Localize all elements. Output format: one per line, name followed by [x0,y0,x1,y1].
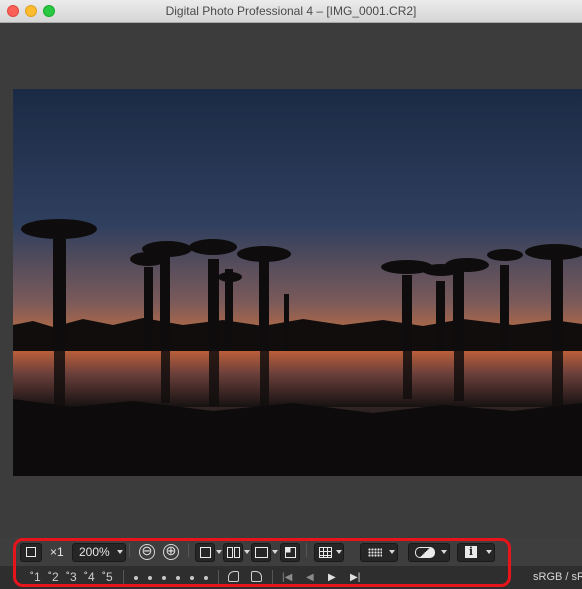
rating-2-button[interactable]: ˚2 [48,569,59,586]
compare-right-icon [234,547,240,558]
rating-5-button[interactable]: ˚5 [102,569,113,586]
next-image-button[interactable]: ▶ [328,569,336,586]
chevron-down-icon[interactable] [216,550,222,554]
info-button[interactable]: i [457,543,495,562]
rating-3-button[interactable]: ˚3 [66,569,77,586]
previous-image-button[interactable]: ◀ [306,569,314,586]
rating-1-button[interactable]: ˚1 [30,569,41,586]
highlight-warning-icon [415,547,435,558]
zoom-level-select[interactable]: 200% [72,543,126,562]
check-mark-1-button[interactable] [134,576,138,580]
compare-view-button[interactable] [223,543,243,562]
chevron-down-icon [486,550,492,554]
separator [218,570,219,584]
viewer-toolbar: ×1 200% ⊖ ⊕ i [0,538,582,566]
title-bar: Digital Photo Professional 4 – [IMG_0001… [0,0,582,23]
grid-overlay-button[interactable] [314,543,344,562]
info-icon: i [465,546,477,558]
separator [188,543,189,557]
check-mark-6-button[interactable] [204,576,208,580]
first-image-button[interactable]: |◀ [282,569,292,586]
af-points-button[interactable] [360,543,398,562]
chevron-down-icon [336,550,342,554]
separator [129,543,130,557]
rotate-left-icon[interactable] [228,571,239,582]
check-mark-3-button[interactable] [162,576,166,580]
compare-left-icon [227,547,233,558]
before-after-button[interactable] [280,543,300,562]
separator [306,543,307,557]
split-view-button[interactable] [251,543,271,562]
chevron-down-icon[interactable] [244,550,250,554]
chevron-down-icon[interactable] [272,550,278,554]
separator [272,570,273,584]
actual-size-button[interactable]: ×1 [50,543,64,562]
single-view-button[interactable] [195,543,215,562]
window-title: Digital Photo Professional 4 – [IMG_0001… [165,4,417,18]
zoom-level-value: 200% [79,545,110,559]
single-view-icon [200,547,211,558]
zoom-in-button[interactable]: ⊕ [163,544,179,560]
check-mark-2-button[interactable] [148,576,152,580]
fit-window-icon [26,547,36,557]
check-mark-5-button[interactable] [190,576,194,580]
last-image-button[interactable]: ▶| [350,569,360,586]
rating-toolbar: ˚1 ˚2 ˚3 ˚4 ˚5 |◀ ◀ ▶ ▶| sRGB / sRGB [0,566,582,589]
photo-preview[interactable] [13,89,582,476]
split-view-icon [255,547,268,558]
grid-icon [319,547,332,558]
highlight-warning-button[interactable] [408,543,450,562]
chevron-down-icon [117,550,123,554]
fit-to-window-button[interactable] [20,543,42,562]
separator [123,570,124,584]
zoom-out-button[interactable]: ⊖ [139,544,155,560]
chevron-down-icon [389,550,395,554]
af-points-icon [368,548,382,557]
before-after-icon [285,547,296,558]
chevron-down-icon [441,550,447,554]
color-space-indicator: sRGB / sRGB [533,571,582,583]
app-window: Digital Photo Professional 4 – [IMG_0001… [0,0,582,589]
image-viewer [0,23,582,538]
rating-4-button[interactable]: ˚4 [84,569,95,586]
rotate-right-icon[interactable] [251,571,262,582]
check-mark-4-button[interactable] [176,576,180,580]
